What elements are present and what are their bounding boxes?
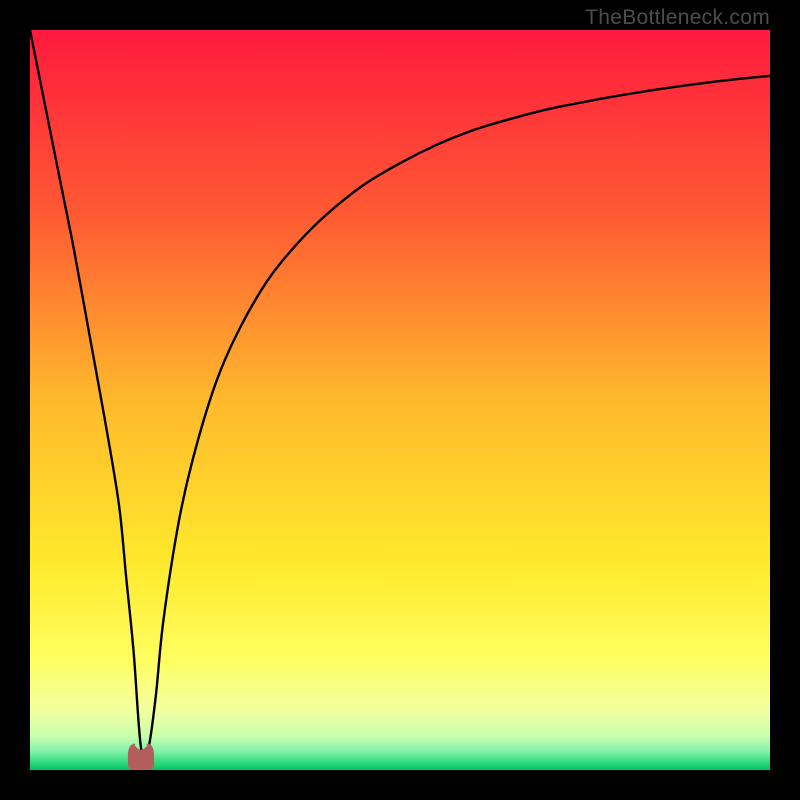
bottleneck-curve	[30, 30, 770, 770]
plot-area	[30, 30, 770, 770]
watermark-text: TheBottleneck.com	[585, 6, 770, 30]
chart-frame: TheBottleneck.com	[0, 0, 800, 800]
